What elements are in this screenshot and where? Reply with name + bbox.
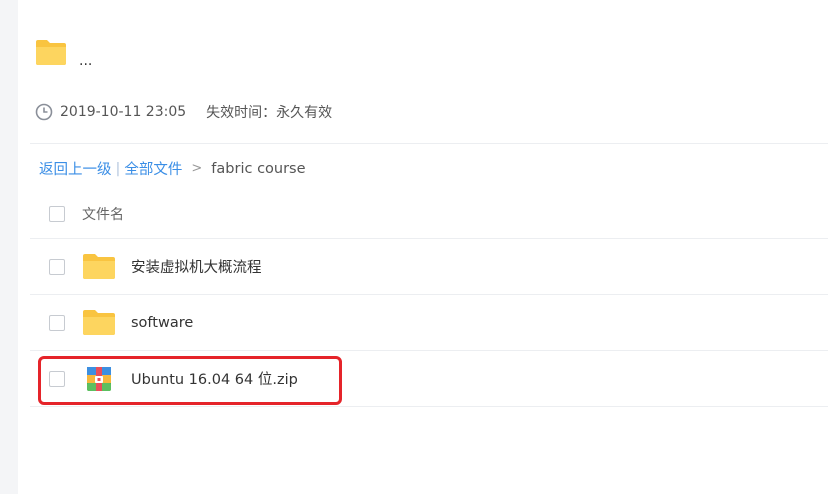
breadcrumb-arrow: > (191, 161, 203, 176)
select-all-checkbox[interactable] (49, 206, 65, 222)
share-title: ... (79, 53, 93, 69)
item-checkbox[interactable] (49, 314, 65, 331)
column-header-filename: 文件名 (82, 207, 124, 223)
divider (30, 143, 828, 144)
expire-info: 失效时间：永久有效 (206, 105, 333, 121)
folder-icon (82, 252, 116, 282)
share-date: 2019-10-11 23:05 (60, 104, 187, 120)
item-checkbox[interactable] (49, 258, 65, 275)
file-name[interactable]: Ubuntu 16.04 64 位.zip (131, 368, 298, 389)
zip-archive-icon (82, 364, 116, 394)
clock-icon (35, 103, 53, 121)
breadcrumb: 返回上一级 | 全部文件 > fabric course (39, 158, 306, 179)
file-name[interactable]: 安装虚拟机大概流程 (131, 256, 262, 277)
breadcrumb-current: fabric course (211, 160, 306, 177)
all-files-link[interactable]: 全部文件 (124, 158, 182, 179)
list-item[interactable]: software (30, 295, 828, 351)
breadcrumb-separator: | (115, 160, 121, 177)
file-name[interactable]: software (131, 315, 193, 331)
list-item[interactable]: 安装虚拟机大概流程 (30, 239, 828, 295)
back-link[interactable]: 返回上一级 (39, 158, 112, 179)
list-header: 文件名 (30, 190, 828, 239)
share-panel: ... 2019-10-11 23:05 失效时间：永久有效 返回上一级 | 全… (18, 0, 828, 494)
share-meta: 2019-10-11 23:05 失效时间：永久有效 (35, 103, 332, 121)
item-checkbox[interactable] (49, 370, 65, 387)
list-item[interactable]: Ubuntu 16.04 64 位.zip (30, 351, 828, 407)
folder-icon (82, 308, 116, 338)
share-folder-icon (35, 39, 67, 70)
